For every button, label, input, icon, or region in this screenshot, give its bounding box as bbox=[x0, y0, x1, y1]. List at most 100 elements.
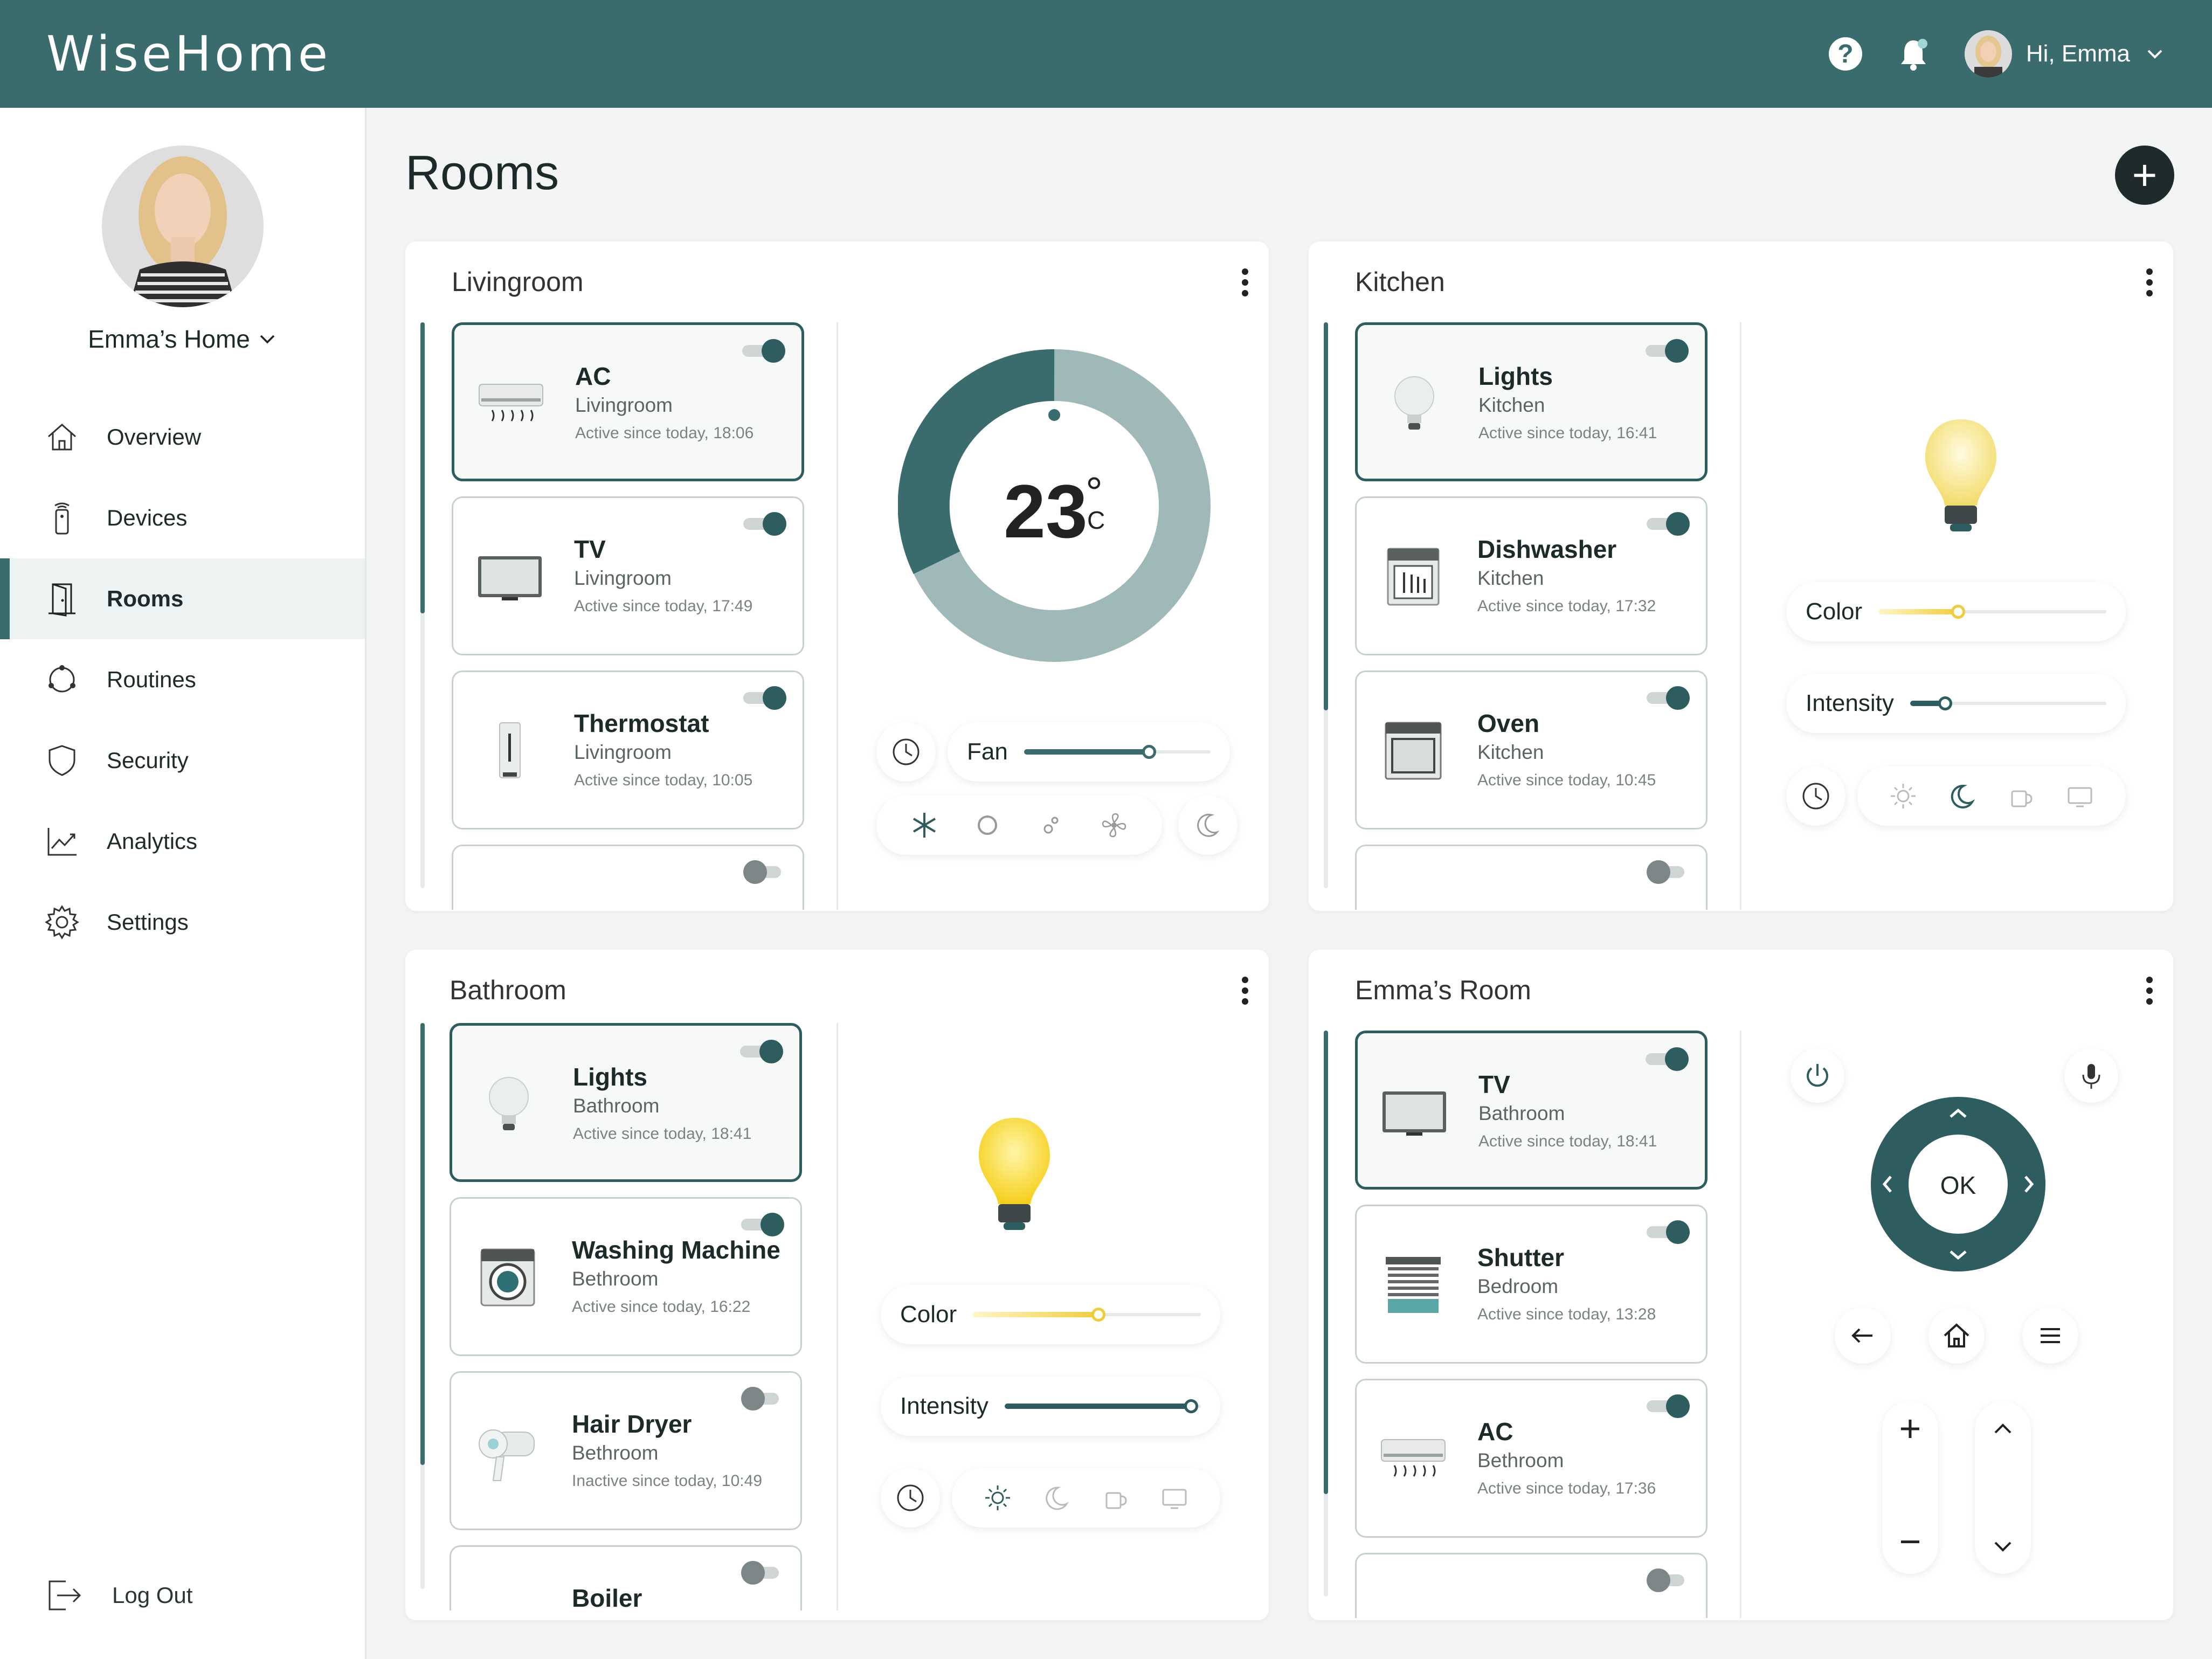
user-menu[interactable]: Hi, Emma bbox=[1964, 30, 2166, 78]
menu-button[interactable] bbox=[2022, 1308, 2078, 1364]
color-slider[interactable] bbox=[1878, 601, 2106, 623]
moon-icon[interactable] bbox=[1042, 1483, 1071, 1512]
profile-avatar[interactable] bbox=[101, 146, 264, 307]
sidebar-item-security[interactable]: Security bbox=[0, 720, 365, 801]
fan-slider[interactable] bbox=[1024, 741, 1211, 763]
moon-icon[interactable] bbox=[1947, 782, 1976, 811]
fan-control[interactable]: Fan bbox=[948, 722, 1230, 782]
logout-button[interactable]: Log Out bbox=[44, 1575, 192, 1616]
color-control[interactable]: Color bbox=[1786, 582, 2126, 641]
timer-button[interactable] bbox=[1786, 766, 1845, 826]
device-list: Lights Kitchen Active since today, 16:41… bbox=[1355, 322, 1708, 910]
intensity-control[interactable]: Intensity bbox=[1786, 674, 2126, 733]
sidebar-item-settings[interactable]: Settings bbox=[0, 882, 365, 963]
more-menu-icon[interactable] bbox=[2144, 977, 2155, 1009]
power-toggle[interactable] bbox=[1647, 512, 1690, 536]
power-toggle[interactable] bbox=[741, 1561, 784, 1585]
intensity-control[interactable]: Intensity bbox=[881, 1377, 1220, 1436]
device-card-hair-dryer[interactable]: Hair Dryer Bethroom Inactive since today… bbox=[450, 1371, 802, 1530]
scrollbar[interactable] bbox=[420, 1023, 425, 1589]
app-logo[interactable]: WiseHome bbox=[46, 26, 331, 82]
power-toggle[interactable] bbox=[1647, 1568, 1690, 1592]
device-card-lights[interactable]: Lights Kitchen Active since today, 16:41 bbox=[1355, 322, 1708, 481]
fan-label: Fan bbox=[967, 738, 1008, 765]
color-slider[interactable] bbox=[973, 1304, 1201, 1325]
monitor-icon[interactable] bbox=[1160, 1483, 1189, 1512]
power-toggle[interactable] bbox=[1647, 1220, 1690, 1244]
timer-button[interactable] bbox=[881, 1468, 940, 1527]
home-selector[interactable]: Emma’s Home bbox=[88, 324, 277, 354]
power-toggle[interactable] bbox=[741, 1387, 784, 1411]
power-toggle[interactable] bbox=[742, 339, 785, 363]
home-button[interactable] bbox=[1928, 1308, 1985, 1364]
power-toggle[interactable] bbox=[743, 512, 786, 536]
cup-icon[interactable] bbox=[2007, 782, 2036, 811]
ok-button[interactable]: OK bbox=[1918, 1171, 1999, 1200]
bulb-icon bbox=[489, 1077, 529, 1130]
fan-icon[interactable] bbox=[1100, 811, 1129, 840]
device-card-partial[interactable] bbox=[1355, 845, 1708, 910]
sun-icon[interactable] bbox=[1889, 782, 1918, 811]
intensity-slider[interactable] bbox=[1004, 1395, 1201, 1417]
gear-icon bbox=[45, 905, 79, 939]
device-card-lights[interactable]: Lights Bathroom Active since today, 18:4… bbox=[450, 1023, 802, 1182]
power-toggle[interactable] bbox=[1647, 860, 1690, 884]
device-card-ac[interactable]: AC Livingroom Active since today, 18:06 bbox=[452, 322, 804, 481]
sidebar-item-routines[interactable]: Routines bbox=[0, 639, 365, 720]
add-room-button[interactable]: + bbox=[2115, 146, 2174, 205]
power-toggle[interactable] bbox=[1646, 1047, 1689, 1071]
device-card-oven[interactable]: Oven Kitchen Active since today, 10:45 bbox=[1355, 670, 1708, 830]
scrollbar[interactable] bbox=[1324, 1031, 1328, 1596]
device-card-partial[interactable] bbox=[1355, 1553, 1708, 1618]
sidebar-item-devices[interactable]: Devices bbox=[0, 478, 365, 558]
device-card-shutter[interactable]: Shutter Bedroom Active since today, 13:2… bbox=[1355, 1205, 1708, 1364]
power-toggle[interactable] bbox=[741, 1213, 784, 1236]
monitor-icon[interactable] bbox=[2065, 782, 2095, 811]
power-toggle[interactable] bbox=[743, 860, 786, 884]
back-button[interactable] bbox=[1835, 1308, 1891, 1364]
device-card-partial[interactable] bbox=[452, 845, 804, 910]
more-menu-icon[interactable] bbox=[1240, 268, 1250, 301]
scrollbar[interactable] bbox=[1324, 322, 1328, 888]
cup-icon[interactable] bbox=[1101, 1483, 1130, 1512]
device-card-tv[interactable]: TV Livingroom Active since today, 17:49 bbox=[452, 496, 804, 655]
more-menu-icon[interactable] bbox=[1240, 977, 1250, 1009]
more-menu-icon[interactable] bbox=[2144, 268, 2155, 301]
night-mode-button[interactable] bbox=[1178, 796, 1238, 855]
device-status: Inactive since today, 10:49 bbox=[572, 1472, 762, 1490]
help-icon[interactable]: ? bbox=[1828, 37, 1862, 71]
sun-mode-icon[interactable] bbox=[973, 811, 1002, 840]
device-card-dishwasher[interactable]: Dishwasher Kitchen Active since today, 1… bbox=[1355, 496, 1708, 655]
device-name: AC bbox=[1477, 1418, 1513, 1446]
scrollbar[interactable] bbox=[420, 322, 425, 888]
power-button[interactable] bbox=[1791, 1049, 1844, 1103]
power-toggle[interactable] bbox=[1647, 1394, 1690, 1418]
device-card-tv[interactable]: TV Bathroom Active since today, 18:41 bbox=[1355, 1031, 1708, 1190]
device-room: Bathroom bbox=[1478, 1102, 1565, 1124]
sun-icon[interactable] bbox=[983, 1483, 1012, 1512]
temperature-unit: C bbox=[1087, 506, 1105, 534]
device-card-ac[interactable]: AC Bethroom Active since today, 17:36 bbox=[1355, 1379, 1708, 1538]
intensity-slider[interactable] bbox=[1910, 693, 2106, 714]
dry-mode-icon[interactable] bbox=[1036, 811, 1066, 840]
timer-button[interactable] bbox=[876, 722, 936, 782]
volume-down-button[interactable]: − bbox=[1882, 1520, 1938, 1563]
microphone-button[interactable] bbox=[2064, 1049, 2118, 1103]
device-card-boiler[interactable]: Boiler bbox=[450, 1545, 802, 1610]
chevron-up-icon[interactable] bbox=[1991, 1418, 2015, 1441]
sidebar-item-analytics[interactable]: Analytics bbox=[0, 801, 365, 882]
device-card-thermostat[interactable]: Thermostat Livingroom Active since today… bbox=[452, 670, 804, 830]
sidebar-item-rooms[interactable]: Rooms bbox=[0, 558, 365, 639]
snowflake-icon[interactable] bbox=[910, 811, 939, 840]
color-control[interactable]: Color bbox=[881, 1285, 1220, 1344]
power-toggle[interactable] bbox=[743, 686, 786, 710]
sidebar-item-label: Routines bbox=[107, 667, 196, 692]
sidebar-item-overview[interactable]: Overview bbox=[0, 397, 365, 478]
power-toggle[interactable] bbox=[1647, 686, 1690, 710]
bell-icon[interactable] bbox=[1895, 35, 1932, 73]
power-toggle[interactable] bbox=[1646, 339, 1689, 363]
chevron-down-icon[interactable] bbox=[1991, 1534, 2015, 1558]
power-toggle[interactable] bbox=[740, 1040, 783, 1063]
volume-up-button[interactable]: + bbox=[1882, 1407, 1938, 1450]
device-card-washing-machine[interactable]: Washing Machine Bethroom Active since to… bbox=[450, 1197, 802, 1356]
